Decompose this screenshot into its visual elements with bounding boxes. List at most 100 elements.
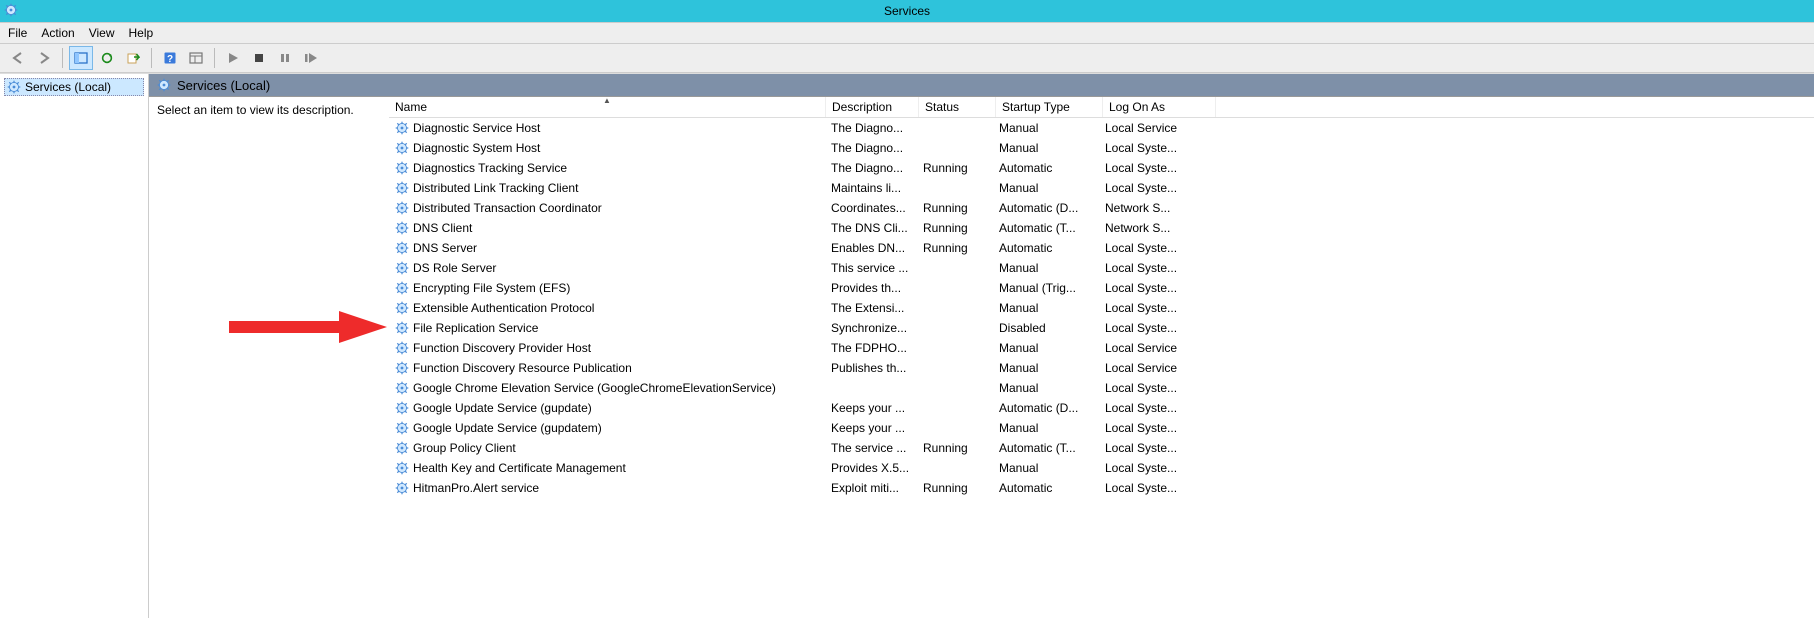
service-startup: Manual	[993, 461, 1099, 475]
service-startup: Automatic	[993, 161, 1099, 175]
menu-help[interactable]: Help	[129, 26, 154, 40]
service-status: Running	[917, 481, 993, 495]
service-startup: Manual	[993, 261, 1099, 275]
service-startup: Manual	[993, 421, 1099, 435]
pane-header: Services (Local)	[149, 74, 1814, 97]
service-startup: Manual (Trig...	[993, 281, 1099, 295]
service-status: Running	[917, 221, 993, 235]
gear-icon	[157, 78, 171, 92]
menu-action[interactable]: Action	[41, 26, 74, 40]
column-header-status[interactable]: Status	[919, 97, 996, 117]
export-list-button[interactable]	[121, 46, 145, 70]
service-row[interactable]: Function Discovery Provider HostThe FDPH…	[389, 338, 1814, 358]
service-row[interactable]: Diagnostics Tracking ServiceThe Diagno..…	[389, 158, 1814, 178]
forward-button[interactable]	[32, 46, 56, 70]
service-row[interactable]: Diagnostic System HostThe Diagno...Manua…	[389, 138, 1814, 158]
service-name: Encrypting File System (EFS)	[413, 281, 570, 295]
service-logon: Local Service	[1099, 121, 1211, 135]
service-description: The service ...	[825, 441, 917, 455]
show-hide-tree-button[interactable]	[69, 46, 93, 70]
service-row[interactable]: Health Key and Certificate Management Pro…	[389, 458, 1814, 478]
menu-file[interactable]: File	[8, 26, 27, 40]
service-startup: Manual	[993, 361, 1099, 375]
restart-service-button[interactable]	[299, 46, 323, 70]
service-logon: Local Syste...	[1099, 181, 1211, 195]
column-header-startup[interactable]: Startup Type	[996, 97, 1103, 117]
service-description: Provides th...	[825, 281, 917, 295]
service-row[interactable]: Google Update Service (gupdate)Keeps you…	[389, 398, 1814, 418]
gear-icon	[395, 181, 409, 195]
help-button[interactable]: ?	[158, 46, 182, 70]
column-header-label: Startup Type	[1002, 100, 1070, 114]
service-row[interactable]: File Replication ServiceSynchronize...Di…	[389, 318, 1814, 338]
service-description: Keeps your ...	[825, 421, 917, 435]
stop-service-button[interactable]	[247, 46, 271, 70]
service-startup: Automatic (D...	[993, 401, 1099, 415]
services-list[interactable]: Name ▲ Description Status Startup Type L…	[389, 97, 1814, 618]
service-row[interactable]: Google Update Service (gupdatem) Keeps yo…	[389, 418, 1814, 438]
service-row[interactable]: Distributed Link Tracking ClientMaintain…	[389, 178, 1814, 198]
service-logon: Local Syste...	[1099, 161, 1211, 175]
column-header-label: Status	[925, 100, 959, 114]
pane-header-label: Services (Local)	[177, 78, 270, 93]
sort-ascending-icon: ▲	[603, 96, 611, 105]
tree-item-services-local[interactable]: Services (Local)	[4, 78, 144, 96]
toolbar: ?	[0, 44, 1814, 73]
service-name: Group Policy Client	[413, 441, 516, 455]
service-name: DNS Client	[413, 221, 472, 235]
service-logon: Local Syste...	[1099, 261, 1211, 275]
service-name: Google Update Service (gupdatem)	[413, 421, 602, 435]
refresh-button[interactable]	[95, 46, 119, 70]
pane-body: Select an item to view its description. …	[149, 97, 1814, 618]
service-row[interactable]: DNS ServerEnables DN...RunningAutomaticL…	[389, 238, 1814, 258]
pause-service-button[interactable]	[273, 46, 297, 70]
service-row[interactable]: Diagnostic Service HostThe Diagno...Manu…	[389, 118, 1814, 138]
column-header-logon[interactable]: Log On As	[1103, 97, 1216, 117]
service-status: Running	[917, 441, 993, 455]
service-row[interactable]: Group Policy Client The service ...Runnin…	[389, 438, 1814, 458]
service-startup: Automatic (T...	[993, 441, 1099, 455]
service-row[interactable]: Extensible Authentication ProtocolThe Ex…	[389, 298, 1814, 318]
toolbar-separator	[151, 48, 152, 68]
service-description: Provides X.5...	[825, 461, 917, 475]
description-prompt: Select an item to view its description.	[157, 103, 354, 117]
tree-pane[interactable]: Services (Local)	[0, 74, 149, 618]
gear-icon	[395, 401, 409, 415]
service-row[interactable]: HitmanPro.Alert serviceExploit miti...Ru…	[389, 478, 1814, 498]
properties-button[interactable]	[184, 46, 208, 70]
gear-icon	[395, 161, 409, 175]
service-name: DS Role Server	[413, 261, 496, 275]
service-name: Health Key and Certificate Management	[413, 461, 626, 475]
service-row[interactable]: DS Role ServerThis service ...ManualLoca…	[389, 258, 1814, 278]
svg-text:?: ?	[167, 54, 173, 65]
gear-icon	[395, 141, 409, 155]
back-button[interactable]	[6, 46, 30, 70]
menu-bar: File Action View Help	[0, 22, 1814, 44]
service-logon: Local Syste...	[1099, 241, 1211, 255]
menu-view[interactable]: View	[89, 26, 115, 40]
service-row[interactable]: Encrypting File System (EFS) Provides th.…	[389, 278, 1814, 298]
service-description: Coordinates...	[825, 201, 917, 215]
service-startup: Manual	[993, 381, 1099, 395]
service-row[interactable]: Function Discovery Resource PublicationP…	[389, 358, 1814, 378]
gear-icon	[395, 421, 409, 435]
service-row[interactable]: Google Chrome Elevation Service (GoogleC…	[389, 378, 1814, 398]
start-service-button[interactable]	[221, 46, 245, 70]
service-name: HitmanPro.Alert service	[413, 481, 539, 495]
window-title: Services	[0, 4, 1814, 18]
column-header-name[interactable]: Name ▲	[389, 97, 826, 117]
service-row[interactable]: DNS ClientThe DNS Cli...RunningAutomatic…	[389, 218, 1814, 238]
service-logon: Local Syste...	[1099, 441, 1211, 455]
column-header-description[interactable]: Description	[826, 97, 919, 117]
service-startup: Manual	[993, 341, 1099, 355]
service-logon: Local Syste...	[1099, 481, 1211, 495]
gear-icon	[395, 321, 409, 335]
body-area: Services (Local) Services (Local) Select…	[0, 73, 1814, 618]
column-header-label: Description	[832, 100, 892, 114]
service-name: DNS Server	[413, 241, 477, 255]
gear-icon	[395, 221, 409, 235]
service-name: Diagnostic Service Host	[413, 121, 540, 135]
gear-icon	[395, 361, 409, 375]
service-row[interactable]: Distributed Transaction CoordinatorCoord…	[389, 198, 1814, 218]
title-bar: Services	[0, 0, 1814, 22]
